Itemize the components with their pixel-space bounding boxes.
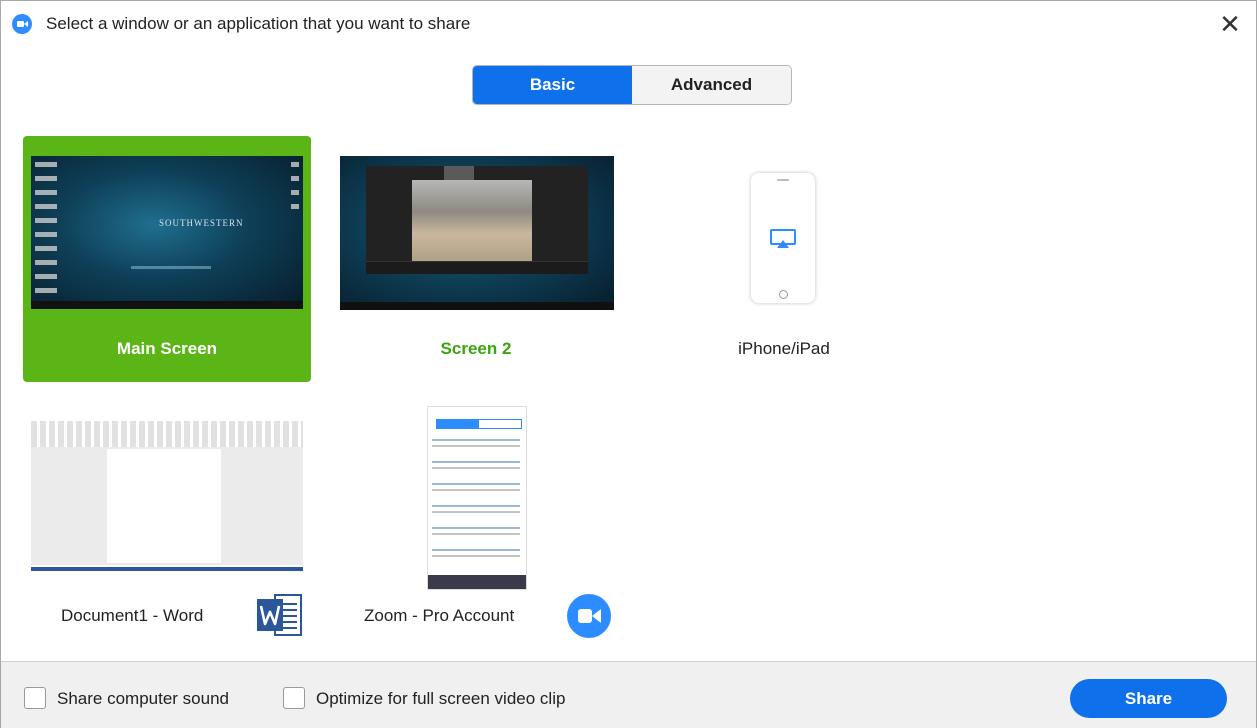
meeting-controls-bar <box>366 261 588 274</box>
word-document-thumbnail[interactable] <box>31 421 303 571</box>
desktop-text-line <box>131 266 211 269</box>
zoom-camera-lens <box>592 609 601 623</box>
desktop-icons-right <box>291 162 299 212</box>
share-screen-dialog: Select a window or an application that y… <box>0 0 1257 728</box>
option-label-zoom[interactable]: Zoom - Pro Account <box>364 606 514 626</box>
zoom-app-thumbnail[interactable] <box>427 406 527 590</box>
word-icon <box>257 594 302 636</box>
optimize-video-checkbox[interactable] <box>283 687 305 709</box>
desktop-taskbar <box>340 302 614 310</box>
word-ribbon <box>31 421 303 447</box>
option-label: Main Screen <box>116 339 218 358</box>
participant-thumb <box>444 166 474 180</box>
share-option-screen-2[interactable]: Screen 2 <box>332 136 620 382</box>
screen-2-thumbnail <box>340 156 614 310</box>
mode-tabs: Basic Advanced <box>472 65 792 105</box>
share-option-main-screen[interactable]: SOUTHWESTERN Main Screen <box>23 136 311 382</box>
phone-icon <box>751 173 815 303</box>
share-sound-label[interactable]: Share computer sound <box>57 689 229 709</box>
option-label: Screen 2 <box>440 339 512 358</box>
zoom-logo-icon <box>12 14 32 34</box>
close-icon[interactable]: ✕ <box>1213 7 1247 41</box>
option-label-word[interactable]: Document1 - Word <box>61 606 203 626</box>
video-feed <box>412 180 532 270</box>
word-status-bar <box>31 567 303 571</box>
zoom-app-navbar <box>428 575 526 589</box>
tab-basic[interactable]: Basic <box>473 66 632 104</box>
dialog-footer: Share computer sound Optimize for full s… <box>1 661 1256 728</box>
zoom-camera-body <box>578 609 592 623</box>
dialog-title: Select a window or an application that y… <box>46 14 471 33</box>
share-sound-checkbox[interactable] <box>24 687 46 709</box>
meeting-window-preview <box>366 166 588 274</box>
share-button[interactable]: Share <box>1070 679 1227 718</box>
phone-home-button <box>779 290 788 299</box>
airplay-icon <box>770 229 796 248</box>
tab-advanced[interactable]: Advanced <box>632 66 791 104</box>
desktop-icons <box>35 162 57 302</box>
word-page <box>107 449 221 563</box>
desktop-logo: SOUTHWESTERN <box>159 218 244 228</box>
zoom-icon <box>567 594 611 638</box>
zoom-app-meeting-list <box>432 439 520 559</box>
zoom-app-tabs <box>436 419 522 429</box>
phone-speaker <box>777 179 789 181</box>
optimize-video-label[interactable]: Optimize for full screen video clip <box>316 689 565 709</box>
desktop-taskbar <box>31 301 303 309</box>
option-label: iPhone/iPad <box>738 339 830 358</box>
title-bar: Select a window or an application that y… <box>1 1 1256 47</box>
main-screen-thumbnail: SOUTHWESTERN <box>31 156 303 309</box>
